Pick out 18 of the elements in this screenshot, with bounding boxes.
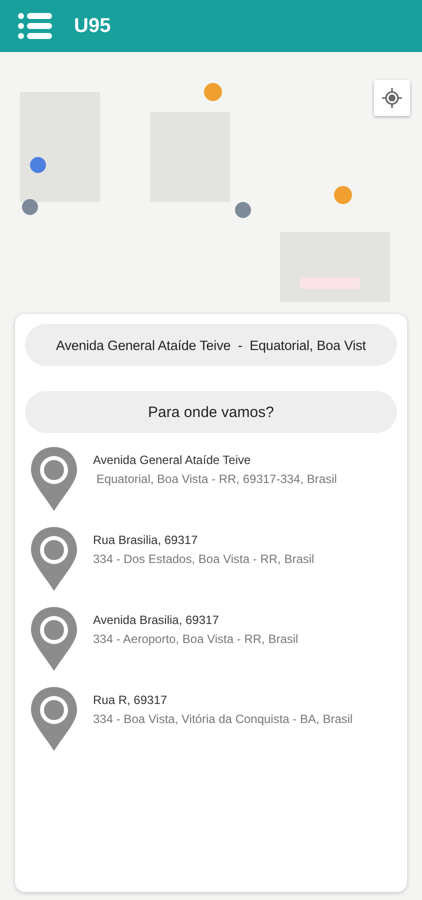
destination-field[interactable]: Para onde vamos?: [25, 391, 397, 433]
crosshair-icon[interactable]: [382, 88, 402, 108]
location-pin-icon: [29, 607, 79, 671]
suggestion-title[interactable]: Rua Brasilia, 69317: [93, 533, 314, 547]
location-pin-icon: [29, 447, 79, 511]
location-pin-icon: [29, 527, 79, 591]
menu-icon[interactable]: [18, 13, 52, 39]
suggestion-address[interactable]: 334 - Dos Estados, Boa Vista - RR, Brasil: [93, 552, 314, 566]
suggestion-address[interactable]: Equatorial, Boa Vista - RR, 69317-334, Brasil: [93, 472, 337, 486]
suggestion-address[interactable]: 334 - Boa Vista, Vitória da Conquista - BA, Brasil: [93, 712, 353, 726]
suggestion-address[interactable]: 334 - Aeroporto, Boa Vista - RR, Brasil: [93, 632, 298, 646]
location-pin-icon: [29, 687, 79, 751]
suggestion-title[interactable]: Avenida General Ataíde Teive: [93, 453, 337, 467]
origin-field[interactable]: Avenida General Ataíde Teive - Equatorial, Boa Vist: [25, 324, 397, 366]
my-location-button[interactable]: [374, 80, 410, 116]
app-title: U95: [74, 14, 111, 38]
suggestion-title[interactable]: Avenida Brasilia, 69317: [93, 613, 298, 627]
suggestion-title[interactable]: Rua R, 69317: [93, 693, 353, 707]
